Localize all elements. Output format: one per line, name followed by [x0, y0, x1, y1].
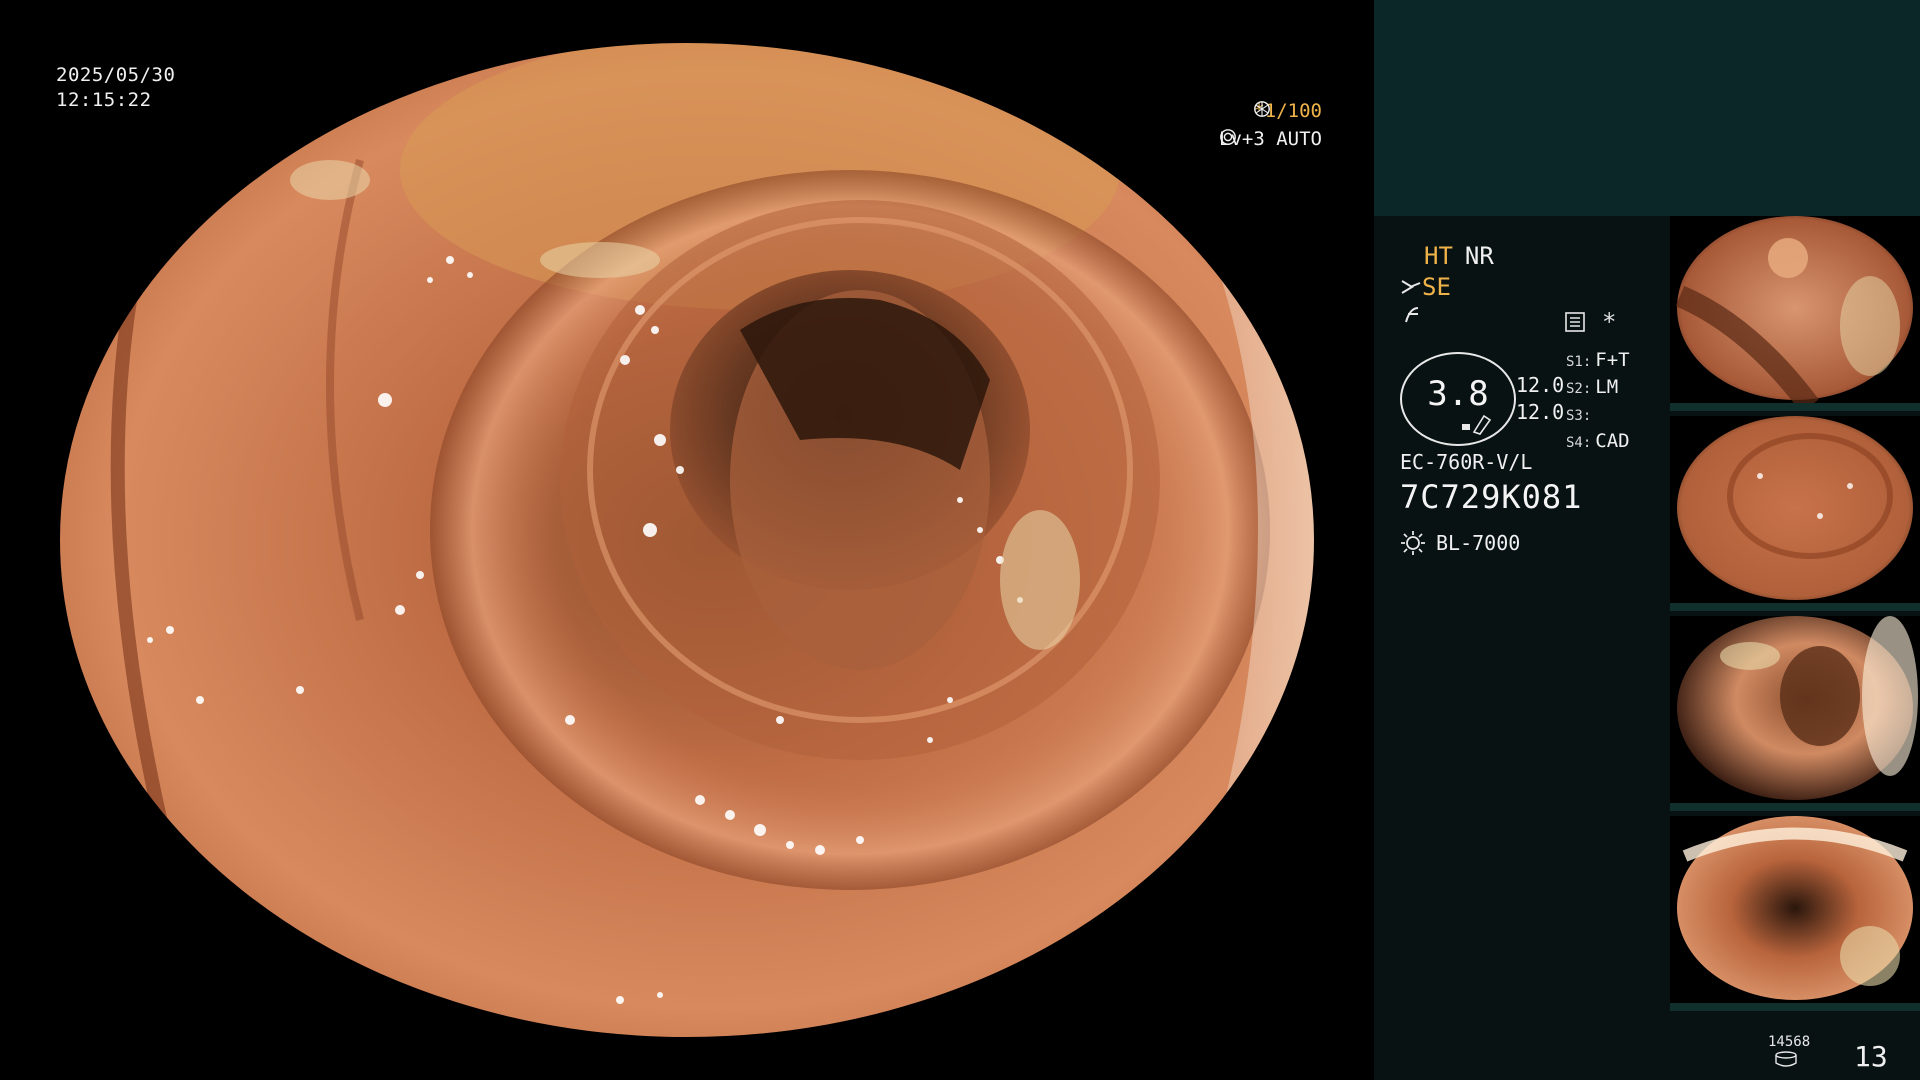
scope-model: EC-760R-V/L	[1400, 450, 1533, 474]
shutter-indicator: *1/100	[1253, 100, 1322, 122]
endoscopy-screen: 2025/05/30 12:15:22 *1/100 Lv+3 AUTO HT …	[0, 0, 1920, 1080]
scissors-icon	[1401, 280, 1421, 294]
nr-tag: NR	[1464, 242, 1494, 270]
lamp-icon	[1401, 531, 1425, 555]
s-button-list: S1: F+T S2: LM S3: S4: CAD	[1566, 348, 1630, 456]
exam-date: 2025/05/30	[56, 64, 176, 86]
menu-row: *	[1564, 308, 1616, 336]
ht-tag: HT	[1424, 242, 1453, 270]
iris-icon	[1220, 129, 1236, 145]
colon-lumen-image	[54, 37, 1320, 1043]
s-item-3: S3:	[1566, 408, 1592, 424]
magnification-oval: 3.8	[1400, 352, 1516, 446]
thumbnail-1[interactable]	[1670, 216, 1920, 411]
thumbnail-2[interactable]	[1670, 416, 1920, 611]
scope-serial: 7C729K081	[1400, 478, 1583, 516]
capture-count: 14568	[1768, 1034, 1811, 1050]
value-b: 12.0	[1516, 400, 1565, 424]
zoom-indicator-icon	[1462, 414, 1492, 435]
endoscope-live-view: 2025/05/30 12:15:22 *1/100 Lv+3 AUTO	[0, 0, 1374, 1080]
value-stack: 12.0 12.0	[1516, 372, 1564, 426]
s-item-1: S1: F+T	[1566, 349, 1630, 371]
value-a: 12.0	[1516, 373, 1565, 397]
filter-icon	[1405, 307, 1419, 323]
s-item-2: S2: LM	[1566, 376, 1619, 398]
exam-time: 12:15:22	[56, 89, 152, 111]
magnification-value: 3.8	[1427, 374, 1489, 414]
aperture-icon	[1254, 101, 1271, 117]
s-item-4: S4: CAD	[1566, 430, 1630, 452]
light-source-model: BL-7000	[1436, 531, 1521, 555]
mode-tags-row: HT NR	[1424, 242, 1494, 270]
patient-info-area	[1374, 0, 1920, 216]
se-tag: SE	[1422, 273, 1451, 301]
light-source-row: BL-7000	[1400, 530, 1520, 556]
thumbnail-4[interactable]	[1670, 816, 1920, 1011]
se-row: SE	[1400, 273, 1451, 301]
menu-icon	[1565, 312, 1585, 332]
brightness-level-indicator: Lv+3 AUTO	[1219, 128, 1322, 150]
page-number: 13	[1854, 1040, 1888, 1073]
info-panel: HT NR SE * 3.8 12.0 12.0 S1: F+T S2: LM …	[1374, 0, 1920, 1080]
asterisk-indicator: *	[1602, 308, 1617, 336]
storage-icon	[1775, 1051, 1797, 1067]
filter-row	[1402, 304, 1422, 326]
thumbnail-3[interactable]	[1670, 616, 1920, 811]
